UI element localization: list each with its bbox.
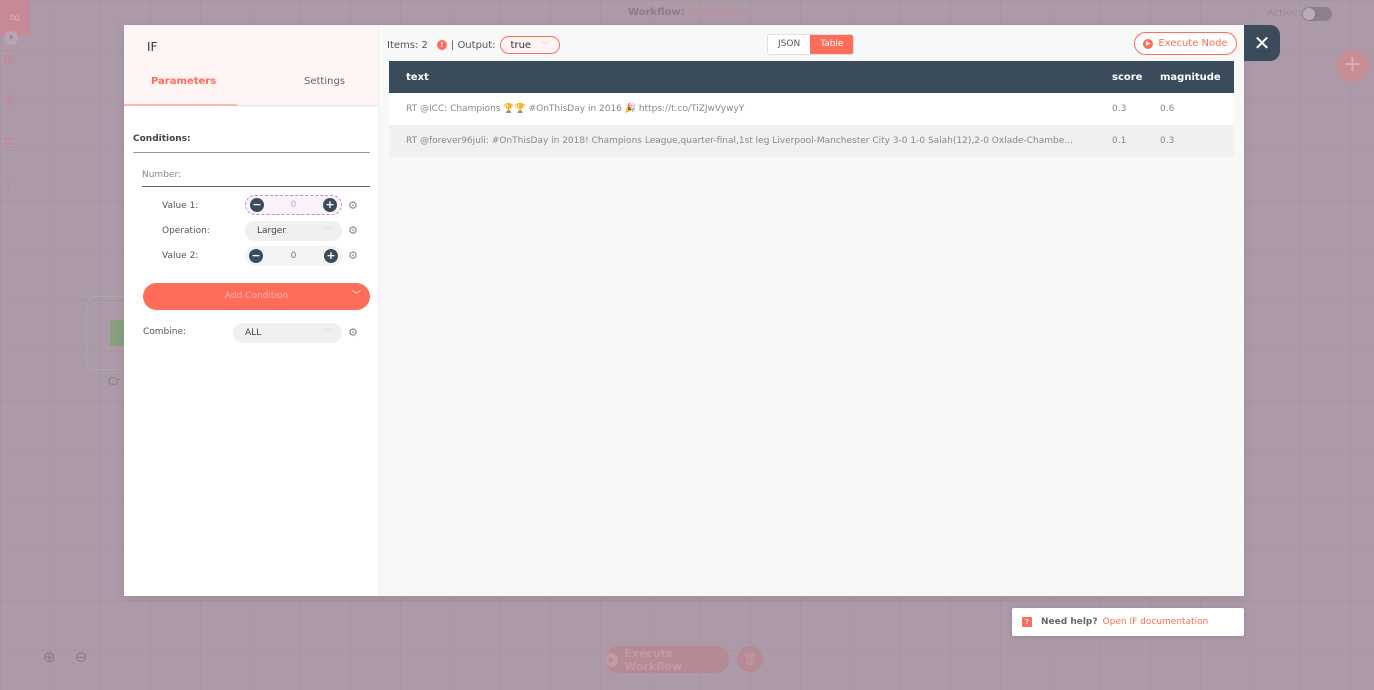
column-header-magnitude: magnitude [1148, 61, 1234, 93]
execute-workflow-label: Execute Workflow [624, 646, 683, 673]
output-summary: Items: 2 ! | Output: true ﹀ [387, 36, 561, 54]
gear-icon[interactable]: ⚙ [348, 199, 358, 212]
increment-icon[interactable]: + [323, 249, 338, 263]
column-header-score: score [1102, 61, 1148, 93]
help-icon[interactable]: ? [1, 180, 17, 195]
list-icon[interactable]: ☰ [1, 137, 17, 152]
tab-parameters[interactable]: Parameters [151, 76, 216, 87]
column-header-text: text [389, 61, 1102, 93]
output-value: true [510, 39, 532, 51]
output-panel: Items: 2 ! | Output: true ﹀ JSON Table ▶… [379, 25, 1244, 596]
execute-workflow-button[interactable]: ▶ Execute Workflow [605, 646, 729, 673]
number-divider [142, 186, 370, 187]
value1-input[interactable]: 0 [291, 200, 297, 210]
tab-settings[interactable]: Settings [304, 76, 345, 87]
operation-value: Larger [257, 226, 287, 236]
cell-magnitude: 0.3 [1148, 125, 1234, 157]
cell-text: RT @forever96juli: #OnThisDay in 2018! C… [389, 125, 1102, 157]
workflow-title: Workflow: ETL pipeline [628, 7, 749, 18]
table-header-row: text score magnitude [389, 61, 1234, 93]
expand-chevron-icon[interactable]: › [4, 31, 18, 45]
add-condition-button[interactable]: Add Condition ﹀ [143, 283, 370, 310]
question-icon: ? [1022, 617, 1032, 627]
combine-value: ALL [245, 328, 262, 338]
combine-label: Combine: [143, 327, 187, 337]
decrement-icon[interactable]: − [249, 249, 263, 263]
trash-icon[interactable]: 🗑 [737, 646, 763, 672]
parameters-header: IF Parameters Settings [124, 25, 379, 107]
close-icon[interactable]: ✕ [1244, 25, 1280, 61]
cell-score: 0.3 [1102, 93, 1148, 125]
table-row: RT @ICC: Champions 🏆🏆 #OnThisDay in 2016… [389, 93, 1234, 125]
workflow-logo-icon[interactable]: ∞ [0, 0, 30, 36]
parameters-panel: IF Parameters Settings Conditions: Numbe… [124, 25, 379, 596]
chevron-down-icon: ﹀ [324, 226, 332, 235]
cell-text: RT @ICC: Champions 🏆🏆 #OnThisDay in 2016… [389, 93, 1102, 125]
cell-magnitude: 0.6 [1148, 93, 1234, 125]
background-node-label: Cr [108, 375, 121, 388]
execute-node-label: Execute Node [1158, 38, 1228, 49]
combine-select[interactable]: ALL ﹀ [233, 323, 342, 343]
value2-stepper[interactable]: − 0 + [245, 246, 342, 266]
output-label: | Output: [450, 39, 496, 51]
increment-icon[interactable]: + [322, 198, 337, 212]
info-icon[interactable]: ! [436, 40, 447, 50]
nodes-icon[interactable]: ⊞ [1, 52, 17, 67]
items-count: Items: 2 [387, 39, 428, 51]
operation-label: Operation: [162, 226, 210, 236]
gear-icon[interactable]: ⚙ [348, 249, 358, 262]
value1-label: Value 1: [162, 201, 199, 211]
active-toggle[interactable] [1302, 7, 1332, 21]
chevron-down-icon: ﹀ [324, 328, 332, 337]
output-table: text score magnitude RT @ICC: Champions … [389, 61, 1234, 157]
help-box: ? Need help? Open IF documentation [1012, 608, 1244, 636]
active-tab-underline [124, 104, 237, 106]
number-label: Number: [142, 170, 182, 180]
value2-label: Value 2: [162, 251, 199, 261]
zoom-out-icon[interactable]: ⊖ [75, 648, 88, 666]
chevron-down-icon: ﹀ [541, 40, 550, 50]
output-select[interactable]: true ﹀ [499, 36, 561, 54]
gear-icon[interactable]: ⚙ [348, 326, 358, 339]
add-condition-label: Add Condition [224, 291, 289, 301]
play-icon: ▶ [605, 652, 619, 667]
view-toggle: JSON Table [767, 34, 855, 55]
chevron-down-icon: ﹀ [351, 291, 361, 301]
value1-stepper[interactable]: − 0 + [245, 195, 342, 215]
add-node-button[interactable]: + [1336, 49, 1369, 82]
execute-node-button[interactable]: ▶ Execute Node [1134, 32, 1237, 55]
zoom-in-icon[interactable]: ⊕ [43, 648, 56, 666]
operation-select[interactable]: Larger ﹀ [245, 221, 342, 241]
play-icon: ▶ [1143, 38, 1154, 49]
value2-input[interactable]: 0 [291, 251, 297, 261]
conditions-divider [133, 152, 370, 153]
documentation-link[interactable]: Open IF documentation [1103, 617, 1209, 627]
key-icon[interactable]: ⚷ [1, 93, 17, 108]
view-table-button[interactable]: Table [810, 35, 854, 54]
conditions-label: Conditions: [133, 134, 191, 144]
gear-icon[interactable]: ⚙ [348, 224, 358, 237]
decrement-icon[interactable]: − [250, 198, 264, 212]
help-prefix: Need help? [1041, 617, 1098, 627]
active-label: Active: [1267, 8, 1302, 19]
tab-divider [237, 105, 379, 106]
view-json-button[interactable]: JSON [768, 35, 811, 54]
node-details-modal: IF Parameters Settings Conditions: Numbe… [124, 25, 1244, 596]
cell-score: 0.1 [1102, 125, 1148, 157]
node-title[interactable]: IF [147, 40, 157, 54]
workflow-name[interactable]: ETL pipeline [688, 7, 749, 18]
table-row: RT @forever96juli: #OnThisDay in 2018! C… [389, 125, 1234, 157]
workflow-label: Workflow: [628, 7, 685, 18]
